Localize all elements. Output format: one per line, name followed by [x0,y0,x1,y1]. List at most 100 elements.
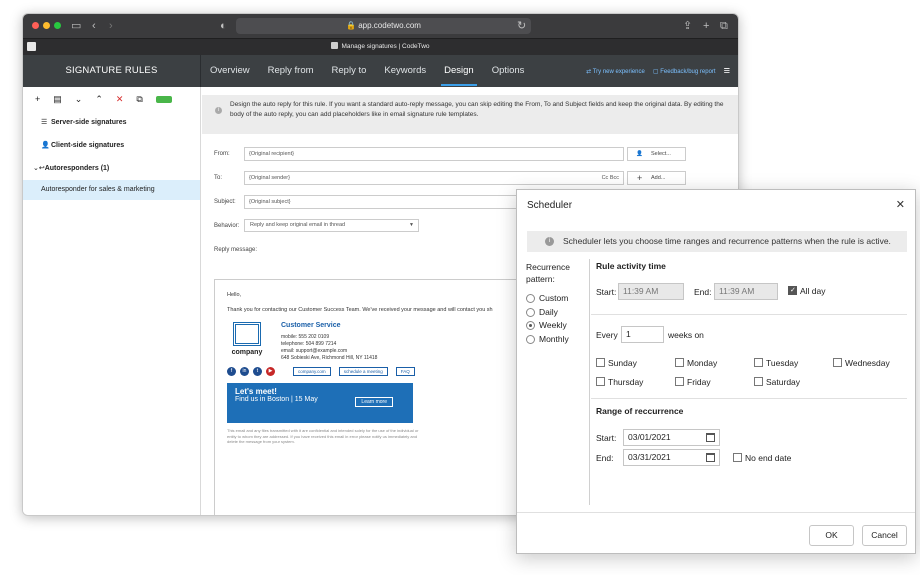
maximize-window-button[interactable] [54,22,61,29]
radio-monthly[interactable]: Monthly [526,334,569,344]
radio-button[interactable] [526,320,535,330]
twitter-icon[interactable]: t [253,367,262,376]
linkedin-icon[interactable]: in [240,367,249,376]
promo-banner[interactable]: Let's meet! Find us in Boston | 15 May L… [227,383,413,423]
wednesday-checkbox[interactable] [833,358,842,367]
tabs-overview-icon[interactable]: ⧉ [720,20,728,32]
chevron-up-icon[interactable]: ⌃ [95,94,103,105]
signature-address: 648 Sobieski Ave, Richmond Hill, NY 1141… [281,355,378,361]
calendar-icon[interactable] [706,433,715,442]
radio-custom[interactable]: Custom [526,293,568,303]
new-tab-icon[interactable]: + [703,20,709,32]
tab-keywords[interactable]: Keywords [375,55,435,87]
facebook-icon[interactable]: f [227,367,236,376]
delete-icon[interactable]: ✕ [116,94,124,105]
schedule-meeting-link[interactable]: schedule a meeting [338,367,388,376]
add-icon[interactable]: + [35,94,40,104]
all-day-checkbox[interactable] [788,286,797,295]
youtube-icon[interactable]: ▶ [266,367,275,376]
sidebar-item-autoresponder-sales[interactable]: Autoresponder for sales & marketing [23,180,200,200]
tuesday-checkbox[interactable] [754,358,763,367]
select-button[interactable]: 👤 Select... [627,147,686,161]
tab-design[interactable]: Design [435,55,483,87]
range-end-label: End: [596,453,614,463]
sidebar-item-autoresponders[interactable]: ⌄↩ Autoresponders (1) [23,157,200,180]
thursday-label: Thursday [608,377,644,387]
from-field[interactable]: {Original recipient} [244,147,624,161]
start-time-input[interactable]: 11:39 AM [618,283,684,300]
try-new-experience-link[interactable]: ⇄ Try new experience [586,68,645,75]
on-toggle[interactable] [155,95,172,103]
company-link[interactable]: company.com [293,367,331,376]
subject-field[interactable]: {Original subject} [244,195,534,209]
behavior-label: Behavior: [214,223,240,229]
radio-weekly[interactable]: Weekly [526,320,567,330]
sidebar-item-label: Server-side signatures [51,119,127,126]
no-end-date-checkbox[interactable] [733,453,742,462]
learn-more-button[interactable]: Learn more [355,397,393,407]
vertical-divider [589,259,590,505]
radio-label: Weekly [539,320,567,330]
tab-reply-to[interactable]: Reply to [323,55,376,87]
minimize-window-button[interactable] [43,22,50,29]
range-start-input[interactable]: 03/01/2021 [623,429,720,446]
back-icon[interactable]: ‹ [92,20,96,32]
company-logo: company [227,322,267,362]
cancel-button[interactable]: Cancel [862,525,907,546]
plus-icon: + [637,173,643,183]
ok-button[interactable]: OK [809,525,854,546]
sidebar-item-server-side[interactable]: ☰ Server-side signatures [23,111,200,134]
dialog-title: Scheduler [527,200,573,211]
calendar-icon[interactable] [706,453,715,462]
radio-daily[interactable]: Daily [526,307,558,317]
forward-icon[interactable]: › [109,20,113,32]
sidebar-item-client-side[interactable]: 👤Client-side signatures [23,134,200,157]
radio-button[interactable] [526,334,535,344]
sidebar-toggle-icon[interactable]: ▭ [71,20,81,32]
friday-checkbox[interactable] [675,377,684,386]
weeks-on-label: weeks on [668,330,704,340]
signature-block: company Customer Service mobile: 555 202… [227,322,521,362]
browser-tab[interactable]: Manage signatures | CodeTwo [23,39,738,55]
tab-overview[interactable]: Overview [201,55,259,87]
tab-options[interactable]: Options [483,55,534,87]
radio-button[interactable] [526,293,535,303]
radio-button[interactable] [526,307,535,317]
end-time-input[interactable]: 11:39 AM [714,283,778,300]
monday-checkbox[interactable] [675,358,684,367]
saturday-checkbox[interactable] [754,377,763,386]
start-time-label: Start: [596,287,617,297]
feedback-label: Feedback/bug report [660,68,716,75]
reload-icon[interactable]: ↻ [517,20,526,32]
share-icon[interactable]: ⇪ [683,20,692,32]
range-end-input[interactable]: 03/31/2021 [623,449,720,466]
privacy-shield-icon[interactable]: ◐ [220,20,227,32]
close-window-button[interactable] [32,22,39,29]
menu-icon[interactable]: ≡ [724,65,730,77]
thursday-checkbox[interactable] [596,377,605,386]
behavior-value: Reply and keep original email in thread [250,222,346,228]
save-icon[interactable]: ▤ [53,94,62,105]
behavior-select[interactable]: Reply and keep original email in thread ▼ [244,219,419,232]
disclaimer-text: This email and any files transmitted wit… [227,428,419,444]
signature-mobile: mobile: 555 202 0109 [281,334,330,340]
close-icon[interactable]: ✕ [896,198,905,211]
cc-bcc-link[interactable]: Cc Bcc [602,172,619,184]
add-button[interactable]: + Add... [627,171,686,185]
app-title: SIGNATURE RULES [23,55,201,87]
copy-icon[interactable]: ⧉ [136,94,142,105]
reply-editor[interactable]: Hello, Thank you for contacting our Cust… [214,279,534,515]
tab-reply-from[interactable]: Reply from [259,55,323,87]
server-icon: ☰ [41,119,48,126]
feedback-link[interactable]: ▢ Feedback/bug report [653,68,716,75]
url-bar[interactable]: 🔒 app.codetwo.com [236,18,531,34]
to-field[interactable]: {Original sender} Cc Bcc [244,171,624,185]
range-start-value: 03/01/2021 [628,432,671,442]
chevron-down-icon[interactable]: ⌄ [75,94,83,105]
friday-label: Friday [687,377,711,387]
monday-label: Monday [687,358,718,368]
every-weeks-input[interactable]: 1 [621,326,664,343]
faq-link[interactable]: FAQ [395,367,415,376]
saturday-label: Saturday [766,377,801,387]
sunday-checkbox[interactable] [596,358,605,367]
